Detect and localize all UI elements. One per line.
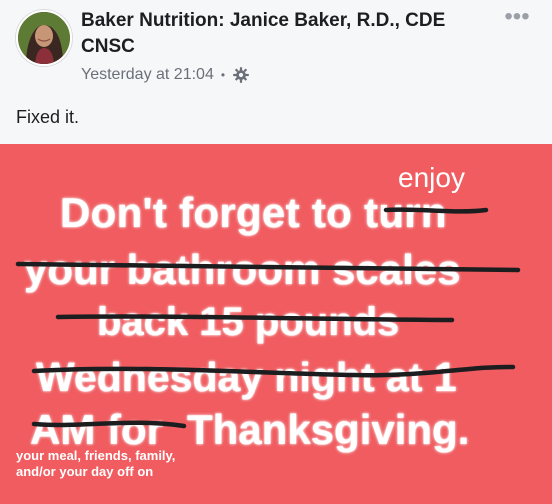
image-line-3: back 15 pounds <box>97 300 400 344</box>
post-meta: Yesterday at 21:04 • <box>81 64 250 86</box>
image-line-6: Thanksgiving. <box>187 406 470 453</box>
image-line-4: Wednesday night at 1 <box>36 354 457 400</box>
more-options-icon[interactable]: ••• <box>504 5 530 29</box>
post-timestamp[interactable]: Yesterday at 21:04 <box>81 66 214 84</box>
post-header: Baker Nutrition: Janice Baker, R.D., CDE… <box>0 0 552 100</box>
post-author[interactable]: Baker Nutrition: Janice Baker, R.D., CDE… <box>81 8 476 60</box>
meta-separator: • <box>220 68 226 82</box>
gear-icon[interactable] <box>232 66 250 84</box>
image-line-1: Don't forget to turn <box>60 189 447 236</box>
image-line-5: AM for <box>30 406 163 453</box>
handwritten-note: your meal, friends, family, and/or your … <box>16 448 176 479</box>
image-line-2: your bathroom scales <box>24 246 461 293</box>
profile-avatar[interactable] <box>16 10 72 66</box>
post-text: Fixed it. <box>16 107 80 127</box>
post-image[interactable]: enjoy Don't forget to turn your bathroom… <box>0 144 552 504</box>
